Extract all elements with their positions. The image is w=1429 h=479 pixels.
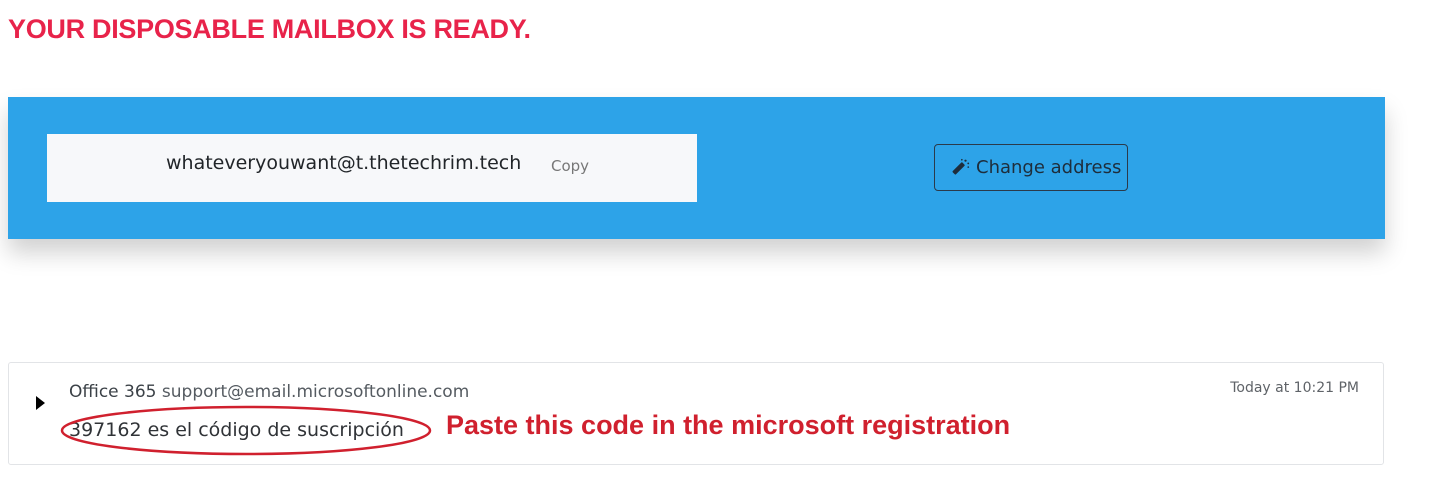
annotation-text: Paste this code in the microsoft registr… bbox=[446, 410, 1011, 440]
message-timestamp: Today at 10:21 PM bbox=[1230, 380, 1359, 396]
highlight-ellipse bbox=[60, 405, 432, 456]
magic-wand-icon bbox=[949, 157, 971, 179]
mailbox-banner: whateveryouwant@t.thetechrim.tech Copy C… bbox=[8, 97, 1385, 239]
copy-button[interactable]: Copy bbox=[551, 157, 589, 175]
change-address-button[interactable]: Change address bbox=[934, 144, 1128, 191]
address-box: whateveryouwant@t.thetechrim.tech Copy bbox=[47, 134, 697, 202]
page-title: YOUR DISPOSABLE MAILBOX IS READY. bbox=[8, 14, 531, 44]
sender-name: Office 365 bbox=[69, 382, 157, 402]
email-address[interactable]: whateveryouwant@t.thetechrim.tech bbox=[166, 152, 521, 174]
sender-email: support@email.microsoftonline.com bbox=[161, 382, 470, 402]
caret-right-icon[interactable] bbox=[32, 393, 48, 413]
sender-line: Office 365 support@email.microsoftonline… bbox=[69, 382, 469, 402]
page: YOUR DISPOSABLE MAILBOX IS READY. whatev… bbox=[0, 0, 1429, 479]
change-address-label: Change address bbox=[976, 157, 1122, 178]
